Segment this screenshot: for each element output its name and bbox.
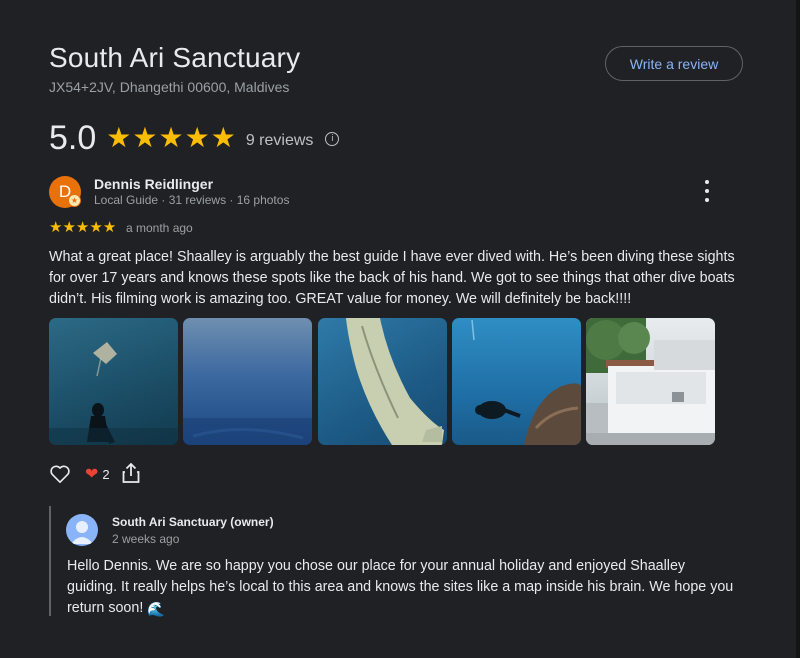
star-icon: ★ [106, 122, 132, 153]
review-stars: ★ ★ ★ ★ ★ [49, 220, 116, 235]
star-icon: ★ [75, 219, 90, 236]
star-icon: ★ [184, 122, 210, 153]
owner-name: South Ari Sanctuary (owner) [112, 515, 274, 529]
window-edge [796, 0, 800, 658]
reaction-count: 2 [102, 466, 110, 482]
review-text: What a great place! Shaalley is arguably… [49, 249, 735, 307]
review-count: 9 reviews [245, 132, 314, 149]
star-icon: ★ [132, 122, 158, 153]
write-review-button[interactable]: Write a review [605, 46, 743, 81]
reviewer-meta: Local Guide · 31 reviews · 16 photos [94, 193, 290, 207]
place-address: JX54+2JV, Dhangethi 00600, Maldives [49, 79, 290, 95]
star-icon: ★ [62, 219, 76, 236]
review-actions: ❤ 2 [49, 462, 142, 486]
wave-emoji-icon: 🌊 [147, 602, 166, 618]
owner-reply-text: Hello Dennis. We are so happy you chose … [67, 556, 737, 621]
star-icon: ★ [210, 122, 236, 153]
star-icon: ★ [49, 219, 63, 236]
owner-reply-body: Hello Dennis. We are so happy you chose … [67, 558, 734, 616]
like-heart-outline-icon[interactable] [49, 463, 71, 485]
review-photo-diver-reef[interactable] [452, 318, 581, 445]
star-icon: ★ [158, 122, 184, 153]
info-icon[interactable]: i [325, 132, 340, 146]
star-icon: ★ [102, 219, 117, 236]
review-photo-dive-center[interactable] [586, 318, 715, 445]
rating-stars: ★ ★ ★ ★ ★ [106, 124, 236, 152]
reviewer-name[interactable]: Dennis Reidlinger [94, 176, 213, 192]
review-photo-manta-diver[interactable] [49, 318, 178, 445]
review-time: a month ago [126, 221, 193, 235]
place-title: South Ari Sanctuary [49, 42, 301, 73]
star-icon: ★ [89, 219, 103, 236]
owner-avatar-icon [66, 514, 98, 546]
owner-reply-time: 2 weeks ago [112, 532, 180, 546]
rating-summary: 5.0 ★ ★ ★ ★ ★ 9 reviews i [49, 118, 340, 158]
more-options-icon[interactable] [698, 180, 716, 202]
rating-value: 5.0 [49, 118, 97, 157]
local-guide-star-icon: ★ [68, 194, 81, 207]
review-photo-manta-wing[interactable] [318, 318, 447, 445]
heart-reaction-icon: ❤ [85, 466, 99, 483]
owner-reply-divider [49, 506, 51, 616]
share-icon[interactable] [122, 462, 142, 485]
reviews-panel: South Ari Sanctuary JX54+2JV, Dhangethi … [0, 0, 796, 658]
review-photo-open-water[interactable] [183, 318, 312, 445]
